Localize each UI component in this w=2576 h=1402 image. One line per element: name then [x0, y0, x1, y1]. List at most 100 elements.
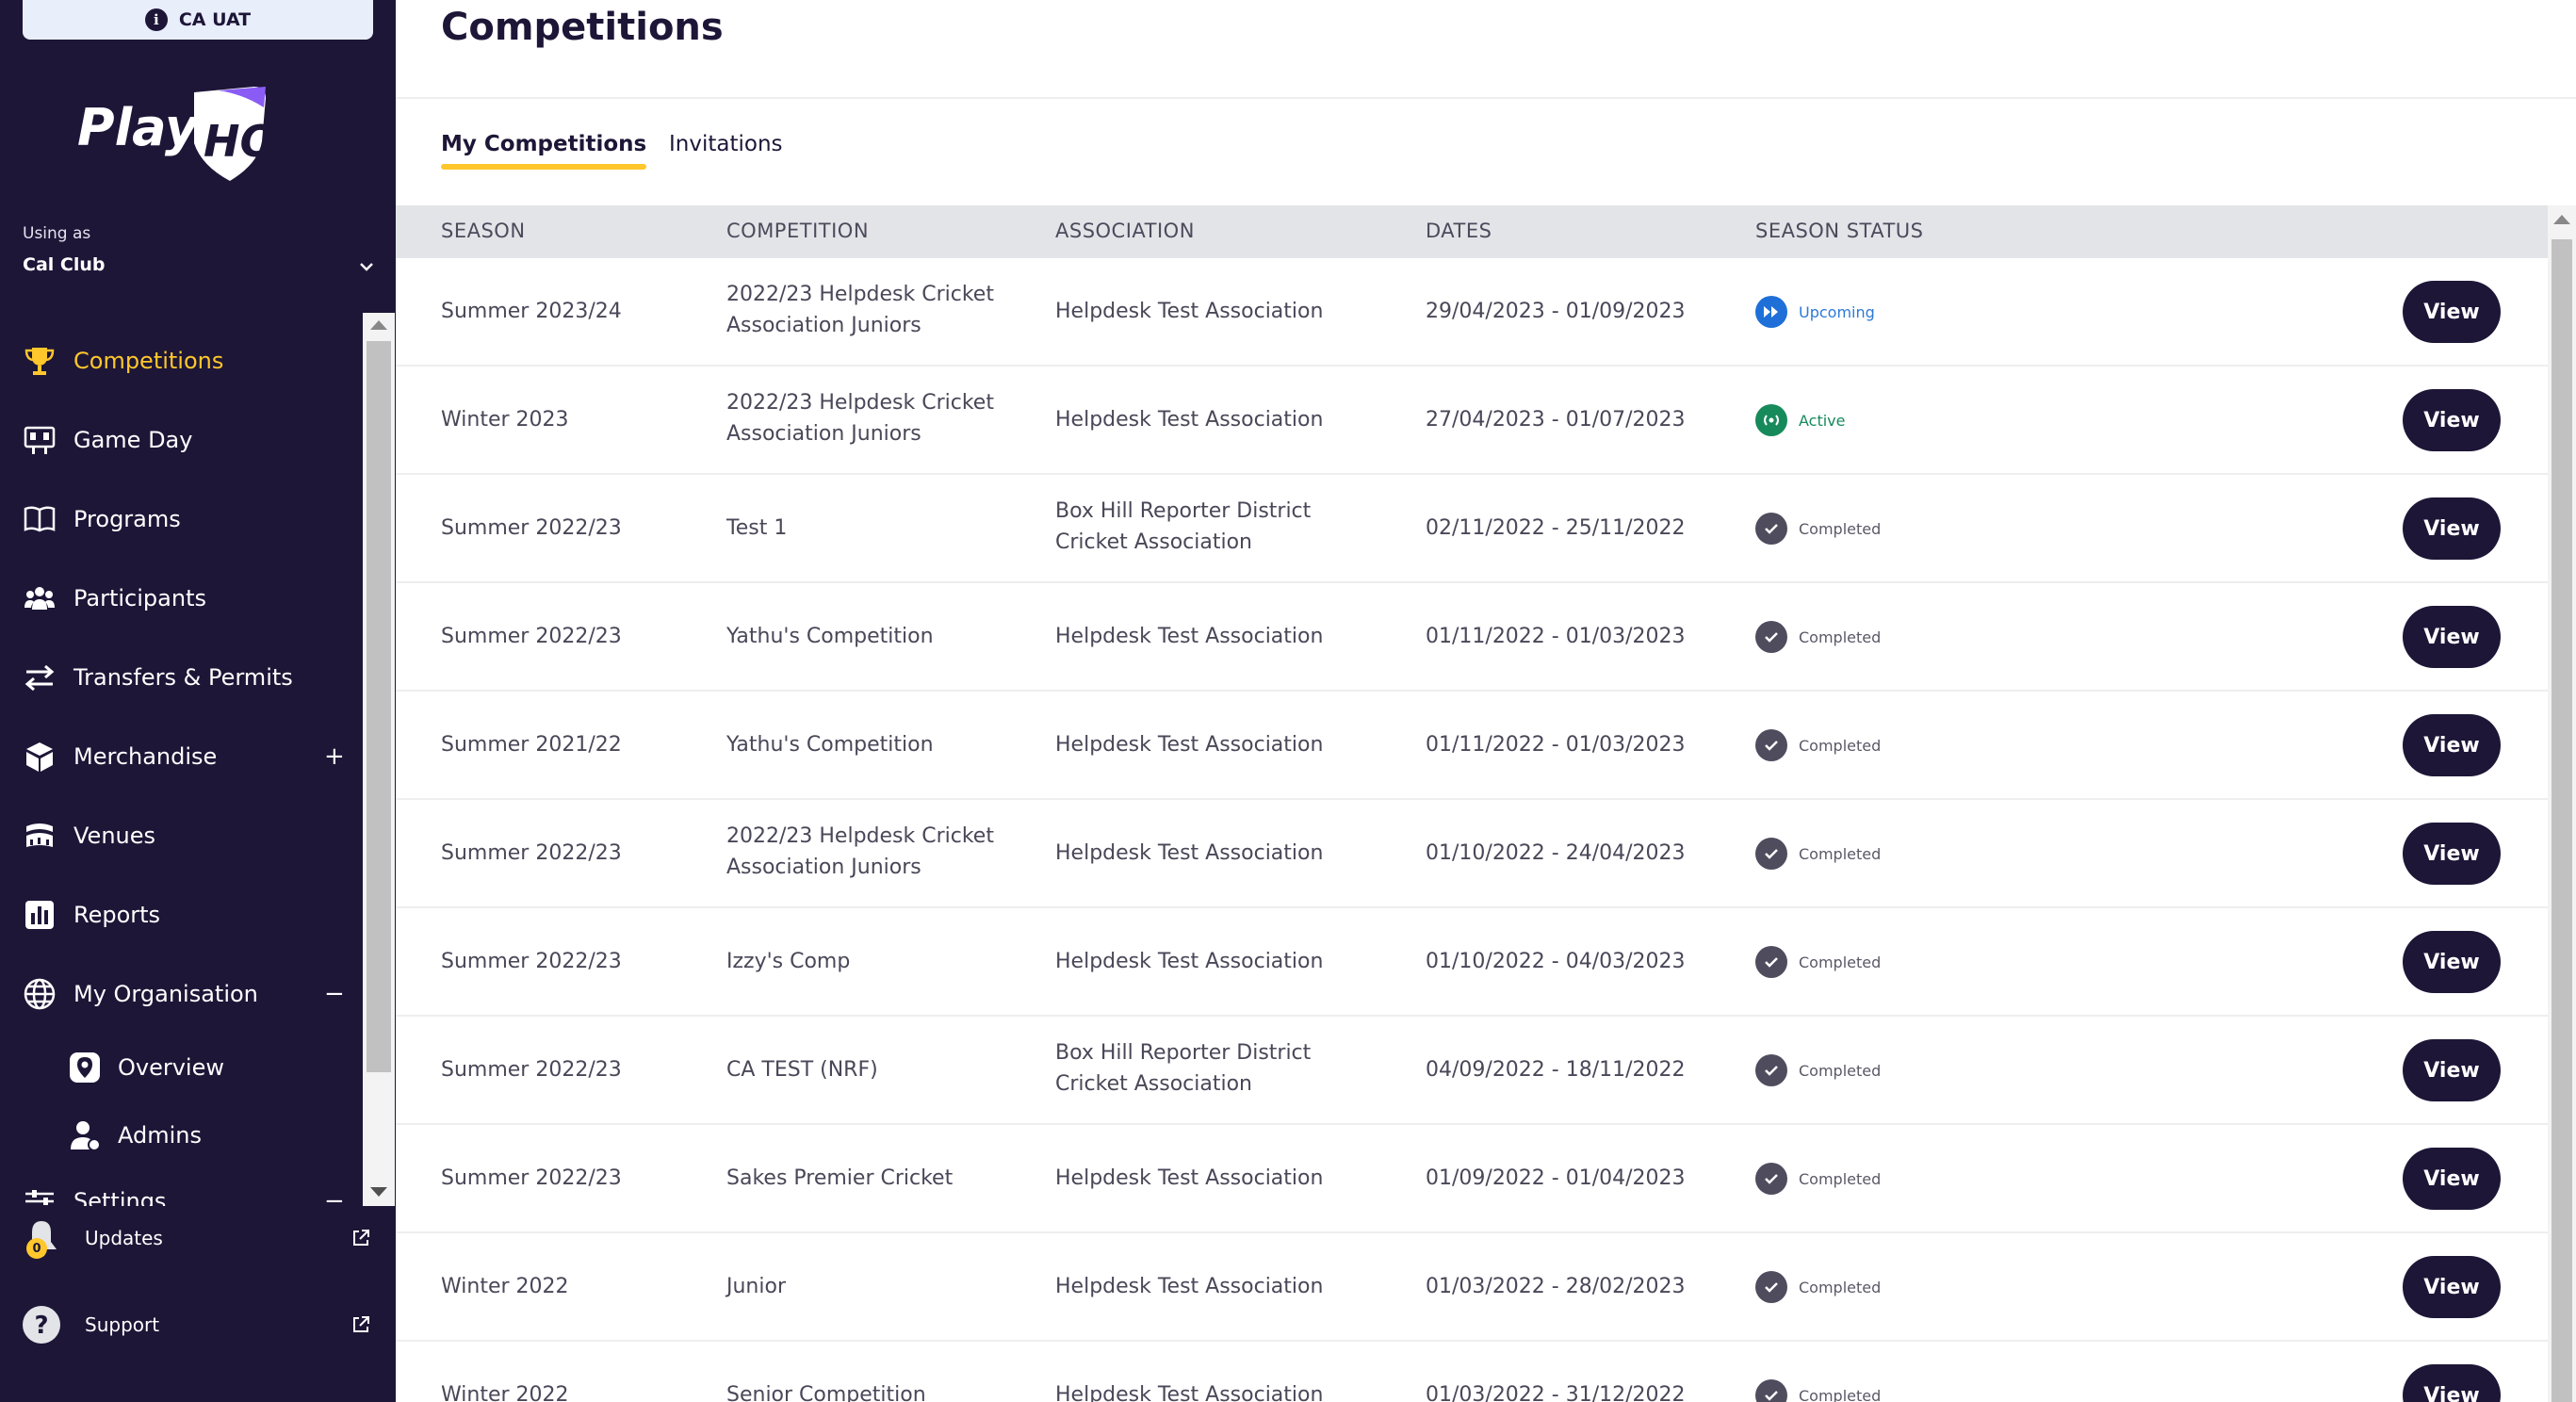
- view-button[interactable]: View: [2403, 1148, 2501, 1210]
- sidebar-item-admins[interactable]: Admins: [0, 1107, 362, 1164]
- support-label: Support: [85, 1313, 160, 1336]
- column-header-season[interactable]: SEASON: [441, 220, 526, 242]
- dates-cell: 01/10/2022 - 04/03/2023: [1426, 950, 1686, 973]
- main-scrollbar[interactable]: [2548, 205, 2576, 1402]
- sidebar-item-my-organisation[interactable]: My Organisation −: [0, 966, 362, 1022]
- competition-cell: 2022/23 Helpdesk Cricket Association Jun…: [726, 824, 994, 879]
- view-button[interactable]: View: [2403, 714, 2501, 776]
- scroll-up-icon[interactable]: [2553, 215, 2570, 224]
- column-header-competition[interactable]: COMPETITION: [726, 220, 869, 242]
- sidebar-item-competitions[interactable]: Competitions: [0, 333, 362, 389]
- expand-icon[interactable]: +: [324, 742, 345, 771]
- season-cell: Winter 2022: [441, 1383, 569, 1402]
- scroll-down-icon[interactable]: [370, 1187, 387, 1197]
- status-badge: Active: [1755, 404, 1846, 436]
- environment-label: CA UAT: [178, 9, 252, 30]
- table-row: Summer 2023/24 2022/23 Helpdesk Cricket A…: [396, 258, 2548, 367]
- collapse-icon[interactable]: −: [324, 980, 345, 1008]
- broadcast-icon: [1755, 404, 1787, 436]
- scroll-up-icon[interactable]: [370, 320, 387, 330]
- updates-label: Updates: [85, 1227, 163, 1249]
- association-cell: Helpdesk Test Association: [1055, 733, 1324, 757]
- sidebar-item-merchandise[interactable]: Merchandise +: [0, 728, 362, 785]
- admin-user-icon: [66, 1117, 104, 1154]
- view-button[interactable]: View: [2403, 281, 2501, 343]
- association-cell: Helpdesk Test Association: [1055, 300, 1324, 323]
- status-badge: Completed: [1755, 513, 1881, 545]
- season-cell: Summer 2022/23: [441, 516, 622, 540]
- competition-cell: 2022/23 Helpdesk Cricket Association Jun…: [726, 283, 994, 337]
- season-cell: Summer 2023/24: [441, 300, 622, 323]
- chevron-down-icon[interactable]: [354, 254, 379, 279]
- status-badge: Completed: [1755, 1271, 1881, 1303]
- dates-cell: 01/03/2022 - 28/02/2023: [1426, 1275, 1686, 1298]
- external-link-icon: [353, 1230, 369, 1246]
- sidebar-item-settings[interactable]: Settings −: [0, 1173, 362, 1206]
- tab-my-competitions[interactable]: My Competitions: [441, 132, 647, 170]
- sidebar-footer: 0 Updates ? Support: [0, 1208, 396, 1402]
- checkmark-icon: [1755, 1163, 1787, 1195]
- status-label: Completed: [1799, 519, 1882, 538]
- trophy-icon: [21, 342, 58, 380]
- column-header-association[interactable]: ASSOCIATION: [1055, 220, 1195, 242]
- sidebar-item-game-day[interactable]: Game Day: [0, 412, 362, 468]
- page-title: Competitions: [441, 6, 724, 49]
- scrollbar-thumb[interactable]: [367, 341, 391, 1072]
- status-badge: Completed: [1755, 838, 1881, 870]
- view-button[interactable]: View: [2403, 931, 2501, 993]
- status-badge: Completed: [1755, 1054, 1881, 1086]
- playhq-logo[interactable]: Play HQ: [77, 83, 294, 187]
- association-cell: Helpdesk Test Association: [1055, 841, 1324, 865]
- status-label: Upcoming: [1799, 302, 1875, 321]
- book-icon: [21, 500, 58, 538]
- status-badge: Completed: [1755, 729, 1881, 761]
- support-link[interactable]: ? Support: [0, 1296, 396, 1353]
- sidebar-item-transfers-permits[interactable]: Transfers & Permits: [0, 649, 362, 706]
- view-button[interactable]: View: [2403, 1039, 2501, 1101]
- sidebar-item-label: Venues: [73, 823, 156, 849]
- sidebar-item-participants[interactable]: Participants: [0, 570, 362, 627]
- dates-cell: 01/09/2022 - 01/04/2023: [1426, 1166, 1686, 1190]
- environment-badge: i CA UAT: [23, 0, 373, 40]
- sidebar-item-programs[interactable]: Programs: [0, 491, 362, 547]
- scoreboard-icon: [21, 421, 58, 459]
- dates-cell: 01/11/2022 - 01/03/2023: [1426, 733, 1686, 757]
- sidebar-item-overview[interactable]: Overview: [0, 1039, 362, 1096]
- view-button[interactable]: View: [2403, 1364, 2501, 1402]
- status-badge: Completed: [1755, 1379, 1881, 1402]
- status-label: Completed: [1799, 1278, 1882, 1296]
- sidebar-item-label: Merchandise: [73, 743, 218, 770]
- sidebar-item-label: Admins: [118, 1122, 202, 1149]
- sidebar-item-label: Settings: [73, 1188, 167, 1206]
- status-label: Completed: [1799, 953, 1882, 971]
- view-button[interactable]: View: [2403, 389, 2501, 451]
- column-header-season-status[interactable]: SEASON STATUS: [1755, 220, 1924, 242]
- association-cell: Helpdesk Test Association: [1055, 408, 1324, 432]
- status-badge: Upcoming: [1755, 296, 1875, 328]
- tab-invitations[interactable]: Invitations: [669, 132, 783, 166]
- column-header-dates[interactable]: DATES: [1426, 220, 1492, 242]
- competition-cell: 2022/23 Helpdesk Cricket Association Jun…: [726, 391, 994, 446]
- sidebar-item-label: Reports: [73, 902, 161, 928]
- status-label: Completed: [1799, 628, 1882, 646]
- competition-cell: Sakes Premier Cricket: [726, 1166, 954, 1190]
- collapse-icon[interactable]: −: [324, 1187, 345, 1206]
- sidebar-item-reports[interactable]: Reports: [0, 887, 362, 943]
- season-cell: Summer 2021/22: [441, 733, 622, 757]
- organisation-switcher[interactable]: Cal Club: [23, 254, 105, 275]
- view-button[interactable]: View: [2403, 1256, 2501, 1318]
- using-as-label: Using as: [23, 224, 91, 243]
- scrollbar-thumb[interactable]: [2552, 239, 2572, 1402]
- view-button[interactable]: View: [2403, 823, 2501, 885]
- status-badge: Completed: [1755, 621, 1881, 653]
- sidebar-item-venues[interactable]: Venues: [0, 807, 362, 864]
- view-button[interactable]: View: [2403, 497, 2501, 560]
- updates-link[interactable]: 0 Updates: [0, 1210, 396, 1266]
- sidebar-scrollbar[interactable]: [363, 313, 395, 1206]
- dates-cell: 02/11/2022 - 25/11/2022: [1426, 516, 1686, 540]
- globe-icon: [21, 975, 58, 1013]
- external-link-icon: [353, 1316, 369, 1332]
- box-icon: [21, 738, 58, 775]
- help-icon: ?: [19, 1302, 64, 1347]
- view-button[interactable]: View: [2403, 606, 2501, 668]
